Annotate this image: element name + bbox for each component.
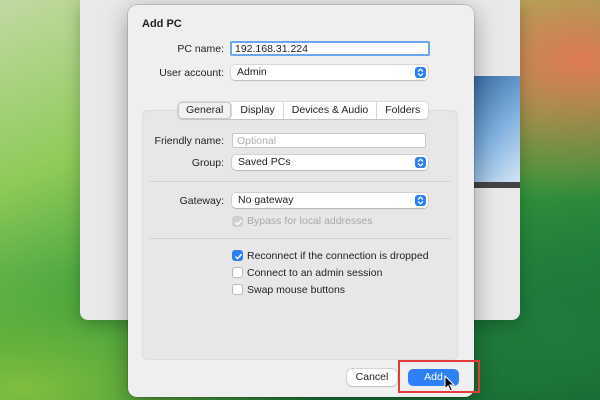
swap-mouse-label: Swap mouse buttons	[247, 284, 346, 296]
group-label: Group:	[191, 157, 224, 169]
user-account-label: User account:	[159, 67, 224, 79]
user-account-value: Admin	[237, 66, 267, 78]
reconnect-checkbox[interactable]	[232, 250, 243, 261]
tab-folders[interactable]: Folders	[377, 102, 428, 119]
chevron-updown-icon	[415, 195, 426, 206]
add-pc-dialog: Add PC PC name: 192.168.31.224 User acco…	[128, 5, 474, 397]
separator	[150, 238, 450, 239]
cancel-button[interactable]: Cancel	[347, 369, 397, 386]
gateway-label: Gateway:	[179, 195, 224, 207]
group-value: Saved PCs	[238, 156, 291, 168]
add-button-highlight	[398, 360, 480, 393]
friendly-name-input[interactable]: Optional	[232, 133, 426, 148]
pc-name-input[interactable]: 192.168.31.224	[230, 41, 430, 56]
admin-session-label: Connect to an admin session	[247, 267, 383, 279]
dialog-title: Add PC	[142, 18, 182, 30]
swap-mouse-checkbox[interactable]	[232, 284, 243, 295]
background-desktop-thumbnail	[474, 76, 520, 188]
tab-general[interactable]: General	[178, 102, 233, 119]
bypass-label: Bypass for local addresses	[247, 215, 373, 227]
tab-devices-audio[interactable]: Devices & Audio	[284, 102, 378, 119]
user-account-select[interactable]: Admin	[231, 65, 428, 80]
pc-name-label: PC name:	[177, 43, 224, 55]
gateway-value: No gateway	[238, 194, 294, 206]
tab-display[interactable]: Display	[232, 102, 284, 119]
friendly-name-label: Friendly name:	[154, 135, 224, 147]
mouse-cursor-icon	[444, 375, 456, 392]
chevron-updown-icon	[415, 157, 426, 168]
tab-bar: General Display Devices & Audio Folders	[178, 102, 429, 119]
group-select[interactable]: Saved PCs	[232, 155, 428, 170]
bypass-checkbox[interactable]	[232, 216, 243, 227]
separator	[150, 181, 450, 182]
admin-session-checkbox[interactable]	[232, 267, 243, 278]
chevron-updown-icon	[415, 67, 426, 78]
gateway-select[interactable]: No gateway	[232, 193, 428, 208]
reconnect-label: Reconnect if the connection is dropped	[247, 250, 429, 262]
